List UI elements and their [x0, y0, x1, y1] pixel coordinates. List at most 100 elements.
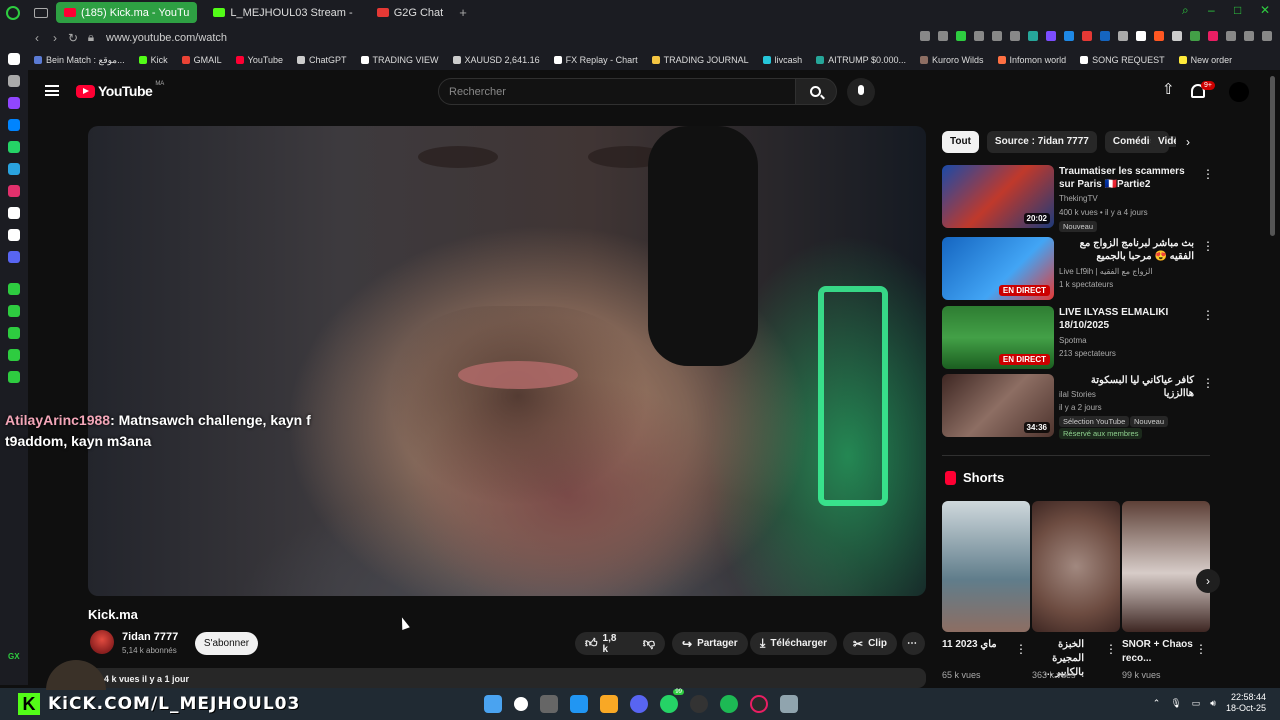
- search-input[interactable]: Rechercher: [438, 78, 796, 105]
- video-thumbnail[interactable]: EN DIRECT: [942, 306, 1054, 369]
- extension-icon[interactable]: [1172, 31, 1182, 41]
- reload-button[interactable]: ↻: [64, 31, 82, 45]
- bookmark-item[interactable]: SONG REQUEST: [1080, 55, 1165, 65]
- more-options-icon[interactable]: ⋮: [1202, 239, 1214, 253]
- extension-icon[interactable]: [1208, 31, 1218, 41]
- recommendation-channel[interactable]: Live Lf9ih | الزواج مع الفقيه: [1059, 267, 1153, 276]
- thumbs-down-icon[interactable]: 👎︎: [643, 636, 655, 651]
- twitch-icon[interactable]: [8, 97, 20, 109]
- telegram-icon[interactable]: [8, 163, 20, 175]
- new-tab-button[interactable]: +: [459, 5, 467, 20]
- battery-icon[interactable]: ▭: [1192, 698, 1201, 709]
- bookmark-item[interactable]: YouTube: [235, 55, 283, 65]
- more-options-icon[interactable]: ⋮: [1202, 167, 1214, 181]
- close-button[interactable]: ✕: [1260, 4, 1272, 16]
- clock[interactable]: 22:58:44 18-Oct-25: [1226, 692, 1266, 714]
- extension-icon[interactable]: [974, 31, 984, 41]
- recommendation-channel[interactable]: ilal Stories: [1059, 390, 1096, 399]
- short-thumbnail[interactable]: [942, 501, 1030, 632]
- recommendation-title[interactable]: بث مباشر لبرنامج الزواج مع الفقيه 😍 مرحب…: [1059, 237, 1194, 263]
- apps-icon[interactable]: [8, 305, 20, 317]
- channel-avatar[interactable]: [90, 630, 114, 654]
- chip-videos[interactable]: Vidéos: [1150, 136, 1176, 147]
- instagram-icon[interactable]: [8, 185, 20, 197]
- recommendation-item[interactable]: 20:02 Traumatiser les scammers sur Paris…: [942, 165, 1214, 232]
- obs-icon[interactable]: [690, 695, 708, 713]
- forward-button[interactable]: ›: [46, 31, 64, 45]
- opera-gx-logo-icon[interactable]: [6, 5, 20, 20]
- chevron-up-icon[interactable]: ⌃: [1153, 698, 1161, 709]
- like-count[interactable]: 1,8 k: [603, 633, 624, 655]
- more-options-icon[interactable]: ⋮: [1202, 308, 1214, 322]
- extension-icon[interactable]: [1064, 31, 1074, 41]
- extension-icon[interactable]: [1100, 31, 1110, 41]
- x-icon[interactable]: [8, 229, 20, 241]
- extension-icon[interactable]: [956, 31, 966, 41]
- more-options-icon[interactable]: ⋮: [1195, 642, 1207, 656]
- store-icon[interactable]: [570, 695, 588, 713]
- bookmark-item[interactable]: GMAIL: [181, 55, 222, 65]
- extensions-puzzle-icon[interactable]: [1226, 31, 1236, 41]
- maximize-button[interactable]: □: [1234, 4, 1246, 16]
- back-button[interactable]: ‹: [28, 31, 46, 45]
- microphone-icon[interactable]: 🎙︎: [1170, 698, 1181, 709]
- extension-icon[interactable]: [992, 31, 1002, 41]
- extension-icon[interactable]: [1010, 31, 1020, 41]
- chips-next-arrow-icon[interactable]: ›: [1186, 135, 1190, 149]
- bookmark-item[interactable]: Infomon world: [997, 55, 1066, 65]
- opera-gx-icon[interactable]: [750, 695, 768, 713]
- aria-icon[interactable]: [8, 53, 20, 65]
- video-thumbnail[interactable]: 20:02: [942, 165, 1054, 228]
- bookmark-item[interactable]: livcash: [762, 55, 802, 65]
- more-actions-button[interactable]: ⋯: [902, 632, 925, 655]
- tab-manager-icon[interactable]: [34, 7, 48, 18]
- recommendation-item[interactable]: EN DIRECT بث مباشر لبرنامج الزواج مع الف…: [942, 237, 1214, 301]
- task-view-icon[interactable]: [540, 695, 558, 713]
- video-player[interactable]: [88, 126, 926, 596]
- recommendation-title[interactable]: LIVE ILYASS ELMALIKI 18/10/2025: [1059, 306, 1194, 332]
- channel-name[interactable]: 7idan 7777: [122, 631, 178, 643]
- clip-button[interactable]: ✂ Clip: [843, 632, 897, 655]
- more-options-icon[interactable]: ⋮: [1105, 642, 1117, 656]
- short-title[interactable]: 11 2023 ماي: [942, 638, 1022, 652]
- extension-icon[interactable]: [920, 31, 930, 41]
- search-icon[interactable]: [514, 697, 528, 711]
- bookmark-item[interactable]: New order: [1178, 55, 1232, 65]
- page-scrollbar[interactable]: [1270, 76, 1275, 236]
- recommendation-channel[interactable]: Spotma: [1059, 336, 1087, 345]
- whatsapp-icon[interactable]: [8, 141, 20, 153]
- extension-icon[interactable]: [1118, 31, 1128, 41]
- bookmark-item[interactable]: TRADING JOURNAL: [651, 55, 749, 65]
- recommendation-item[interactable]: 34:36 كافر عياكاني ليا البسكوتة هاالززيا…: [942, 374, 1214, 439]
- short-thumbnail[interactable]: [1122, 501, 1210, 632]
- recommendation-channel[interactable]: ThekingTV: [1059, 194, 1098, 203]
- spotify-icon[interactable]: [720, 695, 738, 713]
- bookmark-item[interactable]: AITRUMP $0.000...: [816, 55, 906, 65]
- bookmark-sidebar-icon[interactable]: [8, 327, 20, 339]
- file-explorer-icon[interactable]: [600, 695, 618, 713]
- extension-icon[interactable]: [1136, 31, 1146, 41]
- discord-icon[interactable]: [630, 695, 648, 713]
- share-button[interactable]: ↪ Partager: [672, 632, 748, 655]
- bookmark-item[interactable]: FX Replay - Chart: [553, 55, 638, 65]
- tab-youtube[interactable]: (185) Kick.ma - YouTu: [56, 2, 198, 23]
- recommendation-item[interactable]: EN DIRECT LIVE ILYASS ELMALIKI 18/10/202…: [942, 306, 1214, 370]
- download-button[interactable]: ⤓ Télécharger: [750, 632, 838, 655]
- bookmark-item[interactable]: Kick: [138, 55, 168, 65]
- gx-corner-label[interactable]: GX: [8, 652, 20, 661]
- messenger-icon[interactable]: [8, 119, 20, 131]
- app-icon[interactable]: [780, 695, 798, 713]
- short-thumbnail[interactable]: [1032, 501, 1120, 632]
- search-icon[interactable]: ⌕: [1182, 4, 1194, 16]
- bookmark-item[interactable]: XAUUSD 2,641.16: [452, 55, 540, 65]
- extension-icon[interactable]: [1028, 31, 1038, 41]
- description-box[interactable]: 4 k vues il y a 1 jour: [88, 668, 926, 688]
- subscribe-button[interactable]: S'abonner: [195, 632, 258, 655]
- tab-kick-stream[interactable]: L_MEJHOUL03 Stream -: [205, 2, 360, 23]
- url-field[interactable]: www.youtube.com/watch: [106, 32, 227, 44]
- voice-search-button[interactable]: [847, 78, 875, 106]
- shorts-next-arrow-icon[interactable]: ›: [1196, 569, 1220, 593]
- bookmark-item[interactable]: Bein Match : موقع...: [34, 55, 125, 66]
- settings-icon[interactable]: [8, 371, 20, 383]
- discord-icon[interactable]: [8, 251, 20, 263]
